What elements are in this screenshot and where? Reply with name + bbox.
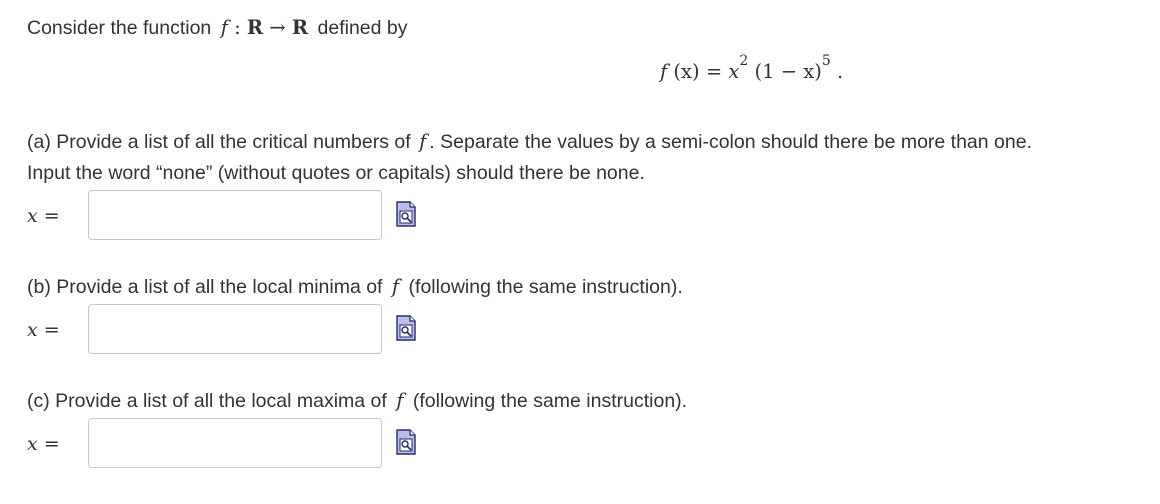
part-a-x-label: x = [27,205,60,227]
intro-text-after: defined by [317,17,408,39]
part-c-line: (c) Provide a list of all the local maxi… [27,389,687,413]
part-c-x-label: x = [27,433,60,455]
intro-text-before: Consider the function [27,17,212,39]
colon: : [227,16,247,39]
part-b-f: f [391,275,400,298]
local-maxima-input[interactable] [88,418,382,468]
arrow-symbol: → [263,16,292,39]
preview-icon[interactable] [395,429,417,455]
part-b-text-after: (following the same instruction). [408,276,683,298]
formula-factor: (1 − x) [748,60,822,83]
critical-numbers-input[interactable] [88,190,382,240]
domain-symbol: R [246,16,264,39]
formula-end: . [830,60,844,83]
part-a-text-after: . Separate the values by a semi-colon sh… [429,131,1032,153]
part-a-text-before: (a) Provide a list of all the critical n… [27,131,411,153]
preview-icon[interactable] [395,201,417,227]
part-b-line: (b) Provide a list of all the local mini… [27,275,683,299]
formula-exponent-5: 5 [821,53,831,69]
part-a-line-1: (a) Provide a list of all the critical n… [27,130,1032,154]
function-symbol: f [220,16,228,39]
part-b-text-before: (b) Provide a list of all the local mini… [27,276,383,298]
formula-exponent-2: 2 [739,53,749,69]
formula-x: x [728,60,740,83]
part-c-text-after: (following the same instruction). [412,390,688,412]
part-b-x-label: x = [27,319,60,341]
formula-arg: (x) = [667,60,729,83]
part-c-text-before: (c) Provide a list of all the local maxi… [27,390,387,412]
preview-icon[interactable] [395,315,417,341]
part-c-f: f [396,389,404,412]
function-definition-formula: f (x) = x2 (1 − x)5 . [660,54,844,86]
local-minima-input[interactable] [88,304,382,354]
part-a-f: f [419,130,427,153]
intro-line: Consider the function f : R → R defined … [27,16,408,40]
part-a-line-2: Input the word “none” (without quotes or… [27,162,645,184]
codomain-symbol: R [291,16,309,39]
